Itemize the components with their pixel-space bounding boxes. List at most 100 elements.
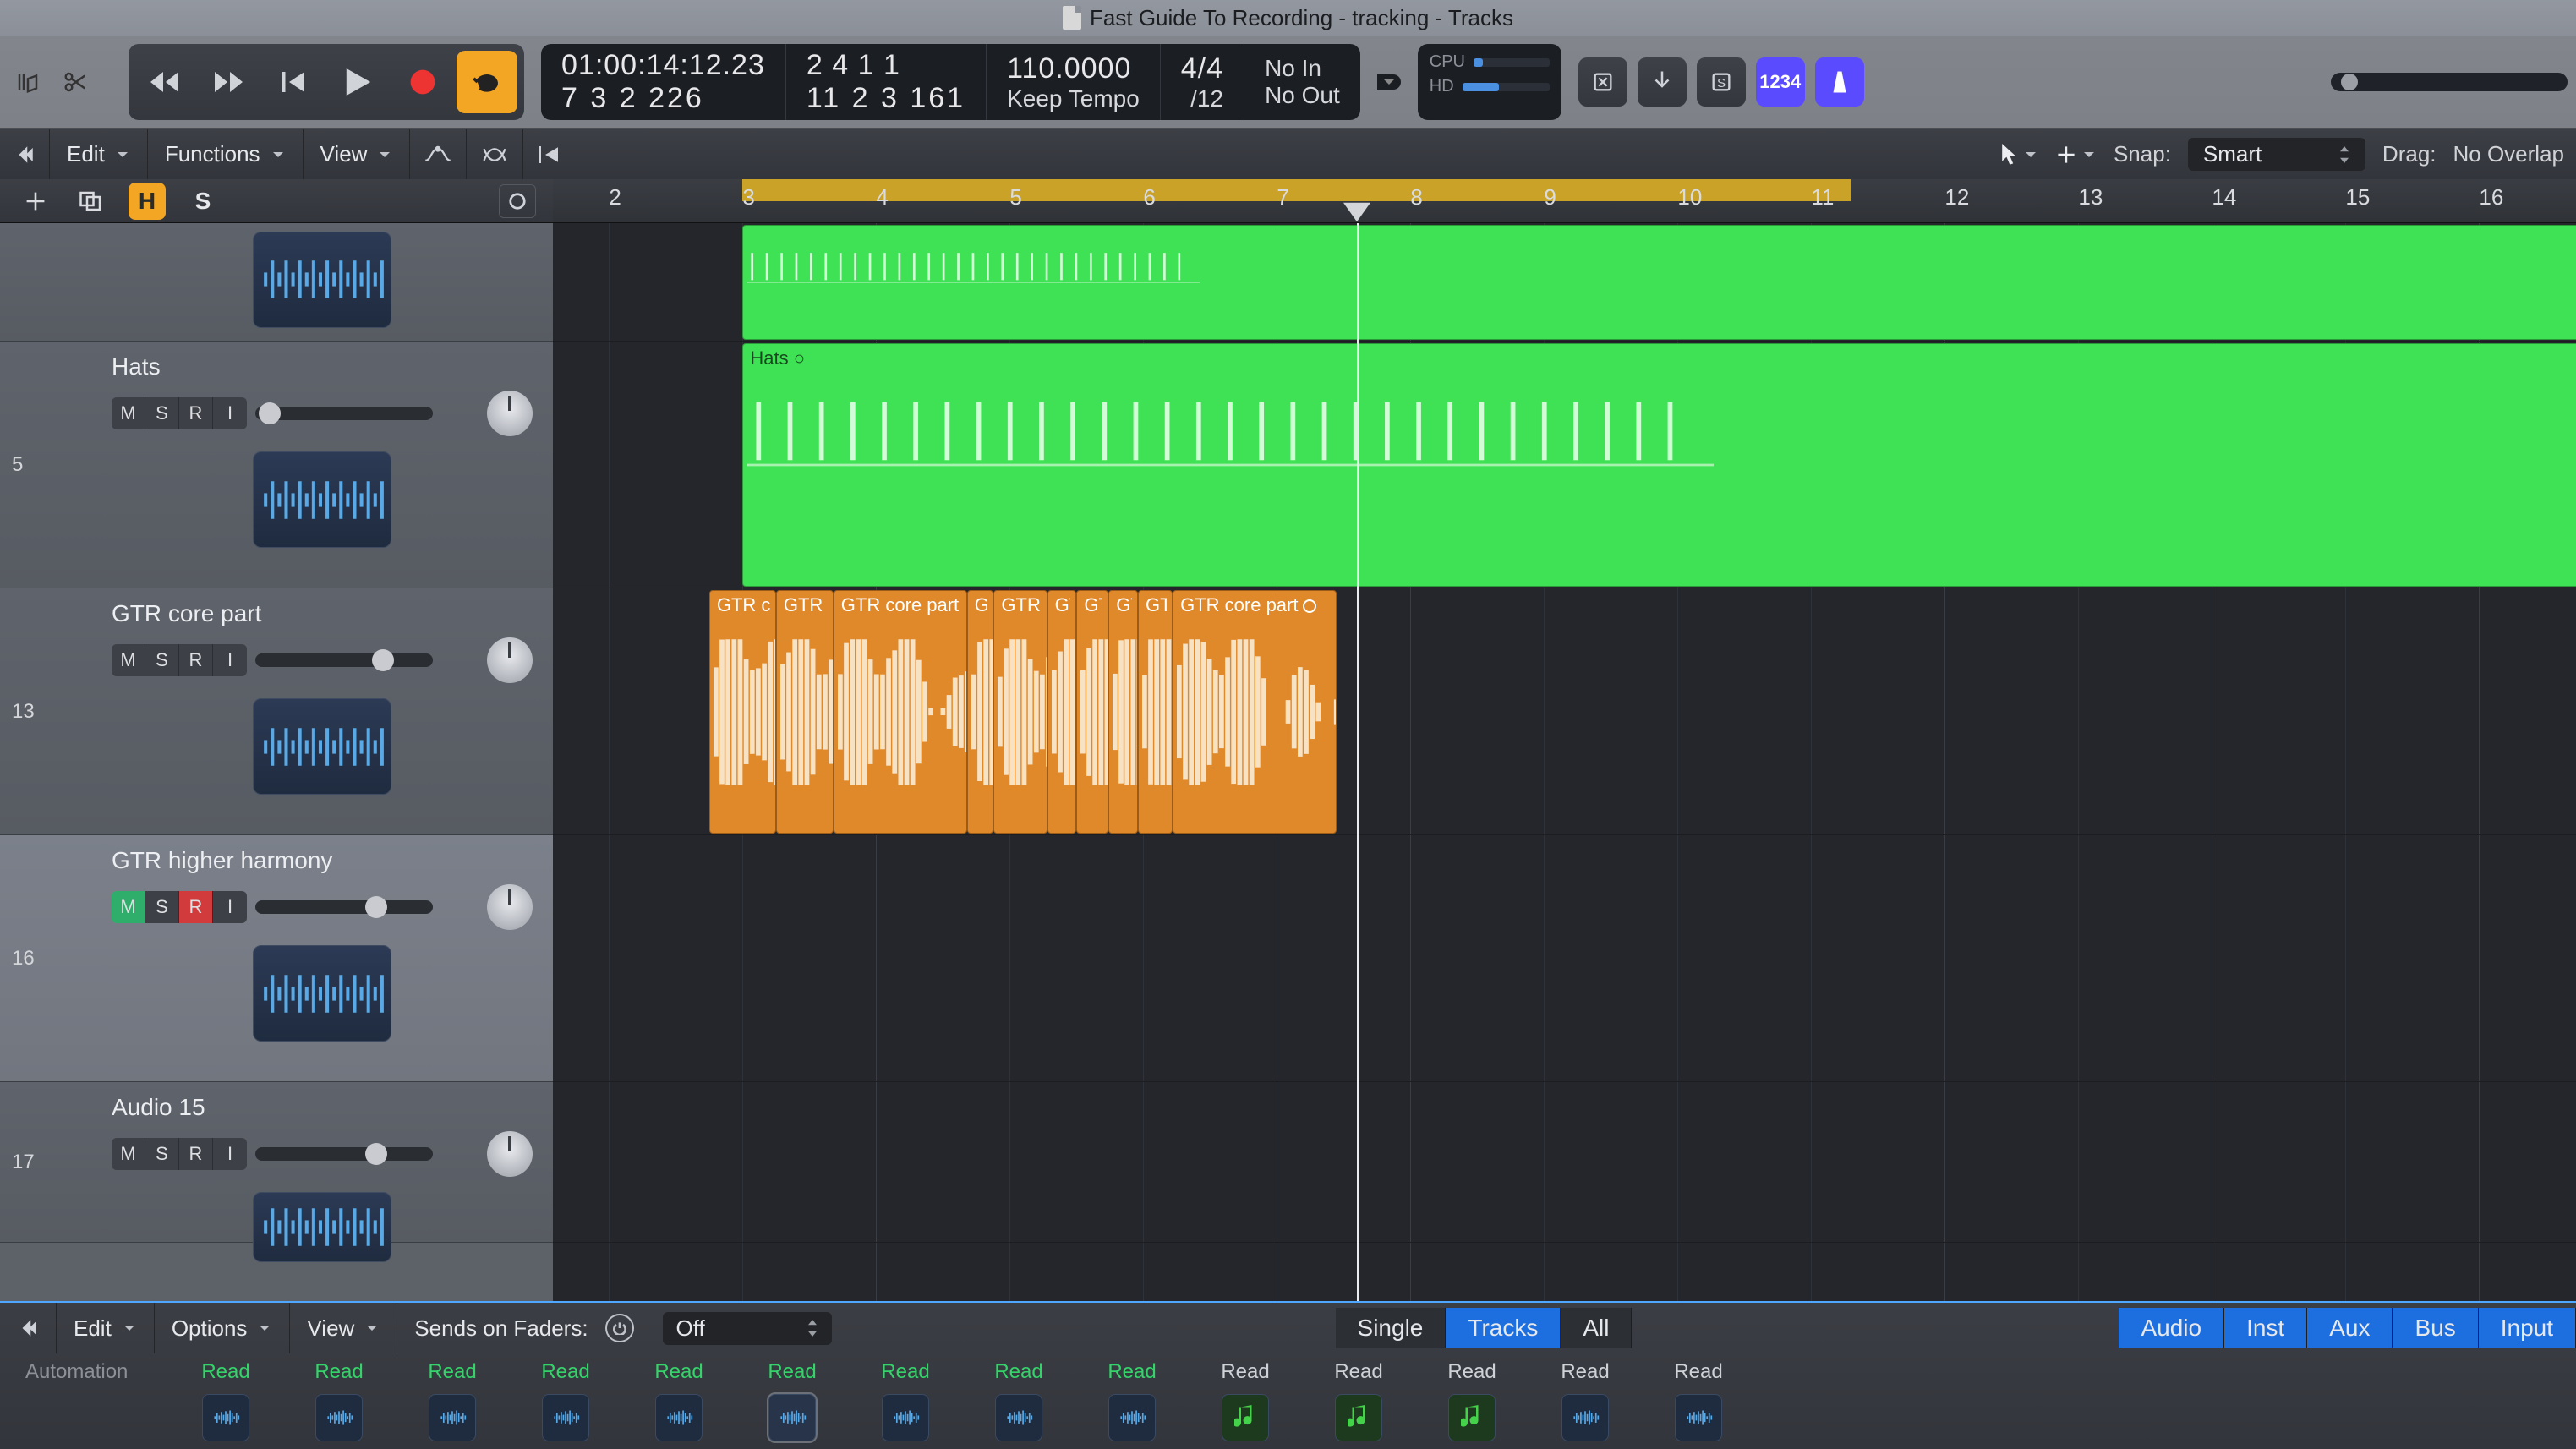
mute-button[interactable]: M — [112, 891, 145, 923]
midi-icon[interactable] — [1448, 1394, 1496, 1441]
track-lane[interactable] — [553, 1082, 2576, 1243]
pan-knob[interactable] — [487, 391, 533, 436]
catch-playhead-icon[interactable] — [523, 129, 576, 180]
track-icon[interactable] — [253, 232, 391, 328]
automation-mode[interactable]: Read — [541, 1360, 589, 1384]
scissors-icon[interactable] — [56, 57, 95, 107]
mixer-view-tab[interactable]: Single — [1336, 1308, 1447, 1348]
audio-icon[interactable] — [995, 1394, 1042, 1441]
mute-button[interactable]: M — [112, 644, 145, 676]
rewind-button[interactable] — [135, 51, 196, 113]
mixer-filter-tab[interactable]: Aux — [2307, 1308, 2393, 1348]
play-button[interactable] — [328, 51, 389, 113]
channel-strip[interactable]: Read — [1302, 1357, 1415, 1441]
mixer-filter-tab[interactable]: Bus — [2393, 1308, 2478, 1348]
audio-icon[interactable] — [1561, 1394, 1609, 1441]
back-hierarchy-button[interactable] — [0, 129, 50, 180]
automation-mode[interactable]: Read — [314, 1360, 363, 1384]
audio-icon[interactable] — [655, 1394, 703, 1441]
track-name[interactable]: Audio 15 — [112, 1094, 533, 1121]
solo-mode-button[interactable]: S — [1697, 57, 1746, 107]
track-header[interactable] — [0, 223, 553, 342]
mixer-back-button[interactable] — [0, 1303, 57, 1353]
audio-icon[interactable] — [768, 1394, 816, 1441]
record-button[interactable] — [392, 51, 453, 113]
mute-button[interactable]: M — [112, 397, 145, 429]
automation-mode[interactable]: Read — [994, 1360, 1042, 1384]
master-volume-slider[interactable] — [2331, 73, 2568, 91]
channel-strip[interactable]: Read — [1075, 1357, 1189, 1441]
automation-mode[interactable]: Read — [1674, 1360, 1722, 1384]
audio-icon[interactable] — [315, 1394, 363, 1441]
pan-knob[interactable] — [487, 1131, 533, 1177]
midi-out[interactable]: No Out — [1265, 82, 1340, 109]
sends-select[interactable]: Off — [663, 1312, 832, 1345]
channel-strip[interactable]: Read — [849, 1357, 962, 1441]
record-enable-button[interactable]: R — [179, 1138, 213, 1170]
count-in-button[interactable]: 1234 — [1756, 57, 1805, 107]
channel-strip[interactable]: Read — [1415, 1357, 1529, 1441]
track-icon[interactable] — [253, 451, 391, 548]
audio-region[interactable]: GTR core p — [776, 590, 834, 834]
volume-slider[interactable] — [255, 653, 433, 667]
audio-region[interactable] — [742, 225, 2576, 340]
channel-strip[interactable]: Read — [622, 1357, 736, 1441]
metronome-button[interactable] — [1815, 57, 1864, 107]
input-monitor-button[interactable]: I — [213, 397, 247, 429]
track-header[interactable]: 13GTR core part M S R I — [0, 588, 553, 835]
audio-region[interactable]: GTR — [1108, 590, 1138, 834]
audio-region[interactable]: GTR core p — [993, 590, 1047, 834]
audio-region[interactable]: Hats ○Hats — [742, 343, 2576, 587]
record-enable-button[interactable]: R — [179, 397, 213, 429]
track-header[interactable]: 16GTR higher harmony M S R I — [0, 835, 553, 1082]
hide-toggle[interactable]: H — [129, 183, 166, 220]
audio-icon[interactable] — [202, 1394, 249, 1441]
audio-icon[interactable] — [429, 1394, 476, 1441]
channel-strip[interactable]: Read — [282, 1357, 396, 1441]
playhead[interactable] — [1357, 223, 1359, 1301]
mixer-edit-menu[interactable]: Edit — [57, 1303, 155, 1353]
audio-region[interactable]: GTR core part — [1173, 590, 1337, 834]
mixer-view-menu[interactable]: View — [290, 1303, 397, 1353]
midi-icon[interactable] — [1222, 1394, 1269, 1441]
volume-slider[interactable] — [255, 900, 433, 914]
audio-icon[interactable] — [1675, 1394, 1722, 1441]
mixer-view-tab[interactable]: All — [1561, 1308, 1632, 1348]
track-name[interactable]: GTR core part — [112, 600, 533, 627]
channel-strip[interactable]: Read — [1189, 1357, 1302, 1441]
automation-mode[interactable]: Read — [1221, 1360, 1269, 1384]
automation-mode[interactable]: Read — [1447, 1360, 1496, 1384]
solo-button[interactable]: S — [145, 644, 179, 676]
track-header[interactable]: 5Hats M S R I — [0, 342, 553, 588]
pan-knob[interactable] — [487, 637, 533, 683]
sends-power-icon[interactable] — [605, 1314, 634, 1342]
channel-strip[interactable]: Read — [1642, 1357, 1755, 1441]
solo-button[interactable]: S — [145, 1138, 179, 1170]
automation-mode[interactable]: Read — [881, 1360, 929, 1384]
timecode-secondary[interactable]: 7 3 2 226 — [561, 82, 765, 115]
channel-strip[interactable]: Read — [962, 1357, 1075, 1441]
audio-icon[interactable] — [1108, 1394, 1156, 1441]
channel-strip[interactable]: Read — [736, 1357, 849, 1441]
alt-tool[interactable] — [2056, 138, 2097, 172]
audio-region[interactable]: GTR c — [1076, 590, 1108, 834]
track-name[interactable]: GTR higher harmony — [112, 847, 533, 874]
automation-mode[interactable]: Read — [768, 1360, 816, 1384]
track-lane[interactable] — [553, 835, 2576, 1082]
lcd-customize-dropdown[interactable] — [1377, 74, 1401, 90]
automation-mode[interactable]: Read — [654, 1360, 703, 1384]
solo-safe-toggle[interactable]: S — [184, 183, 222, 220]
time-signature[interactable]: 4/4 — [1181, 52, 1223, 85]
audio-region[interactable]: GTR co — [1138, 590, 1173, 834]
mute-button[interactable]: M — [112, 1138, 145, 1170]
functions-menu[interactable]: Functions — [148, 129, 304, 180]
snap-value-select[interactable]: Smart — [2188, 138, 2365, 171]
channel-strip[interactable]: Read — [169, 1357, 282, 1441]
view-menu[interactable]: View — [304, 129, 411, 180]
track-name[interactable]: Hats — [112, 353, 533, 380]
audio-region[interactable]: GTR — [1047, 590, 1077, 834]
audio-icon[interactable] — [882, 1394, 929, 1441]
automation-mode[interactable]: Read — [1561, 1360, 1609, 1384]
audio-region[interactable]: GTR — [967, 590, 994, 834]
automation-mode[interactable]: Read — [201, 1360, 249, 1384]
